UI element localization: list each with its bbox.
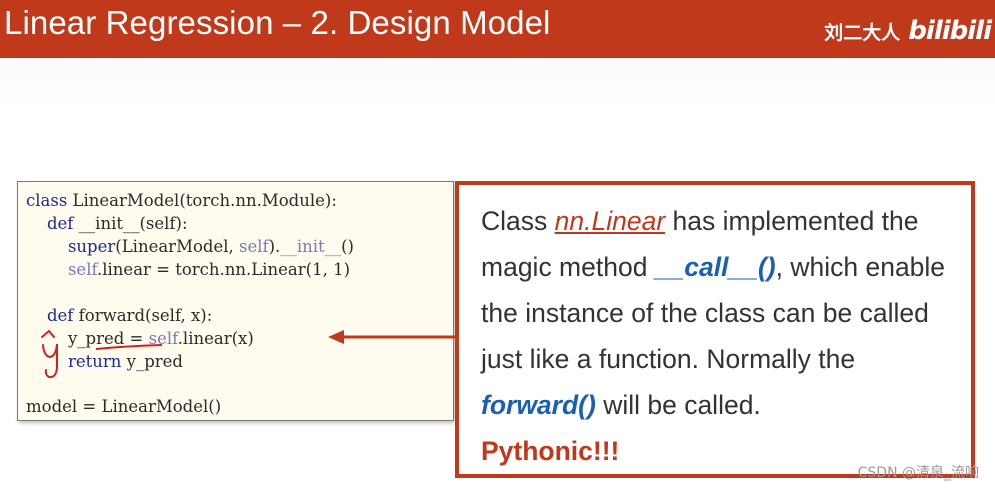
code-line-6: y_pred = self.linear(x) <box>26 329 254 349</box>
code-keyword: super <box>26 237 116 256</box>
code-self: self <box>26 260 97 279</box>
code-line-8: model = LinearModel() <box>26 397 222 416</box>
callout-line-3: the instance of the class can be called <box>481 298 929 328</box>
forward-highlight: forward() <box>481 390 596 420</box>
code-line-1: class LinearModel(torch.nn.Module): <box>26 191 337 211</box>
nn-linear-highlight: nn.Linear <box>554 206 666 236</box>
code-panel: class LinearModel(torch.nn.Module): def … <box>17 181 454 421</box>
code-keyword: def <box>26 214 74 233</box>
callout-line-2: magic method __call__(), which enable <box>481 252 945 283</box>
callout-text: Class <box>481 206 555 236</box>
code-text: y_pred <box>121 352 183 371</box>
brand: 刘二大人 bilibili <box>824 16 992 46</box>
code-self: self <box>239 237 269 256</box>
slide-title: Linear Regression – 2. Design Model <box>4 4 551 41</box>
callout-box: Class nn.Linear has implemented the magi… <box>455 181 975 478</box>
code-line-5: def forward(self, x): <box>26 306 212 326</box>
callout-text: , which enable <box>775 252 946 282</box>
code-text: .linear(x) <box>177 329 254 348</box>
code-self: self <box>148 329 178 348</box>
code-line-2: def __init__(self): <box>26 214 188 234</box>
callout-line-1: Class nn.Linear has implemented the <box>481 206 919 237</box>
callout-text: will be called. <box>595 390 761 420</box>
code-text: () <box>341 237 354 256</box>
code-text: __init__(self): <box>73 214 188 233</box>
callout-line-4: just like a function. Normally the <box>481 344 856 374</box>
callout-text: has implemented the <box>665 206 919 236</box>
code-text: LinearModel(torch.nn.Module): <box>67 191 337 210</box>
code-keyword: return <box>26 352 122 371</box>
csdn-watermark: CSDN @清泉_流响 <box>857 465 979 481</box>
callout-line-5: forward() will be called. <box>481 390 761 421</box>
code-text: ). <box>268 237 281 256</box>
code-line-4: self.linear = torch.nn.Linear(1, 1) <box>26 260 350 280</box>
code-text: (LinearModel, <box>115 237 239 256</box>
code-keyword: def <box>26 306 74 325</box>
author-name: 刘二大人 <box>824 21 901 44</box>
pythonic-label: Pythonic!!! <box>481 436 620 466</box>
callout-text: magic method <box>481 252 655 282</box>
code-text: = <box>124 329 149 348</box>
slide: Linear Regression – 2. Design Model 刘二大人… <box>0 0 995 490</box>
call-method-highlight: __call__() <box>654 252 776 282</box>
code-keyword: class <box>26 191 68 210</box>
code-dunder: __init__ <box>280 237 342 256</box>
code-text: .linear = torch.nn.Linear(1, 1) <box>97 260 351 279</box>
code-y-pred: y_pred <box>26 329 125 348</box>
code-line-7: return y_pred <box>26 352 183 372</box>
code-text: forward(self, x): <box>73 306 213 325</box>
code-line-3: super(LinearModel, self).__init__() <box>26 237 354 257</box>
bilibili-logo: bilibili <box>908 16 992 46</box>
title-bar: Linear Regression – 2. Design Model 刘二大人… <box>0 0 995 58</box>
